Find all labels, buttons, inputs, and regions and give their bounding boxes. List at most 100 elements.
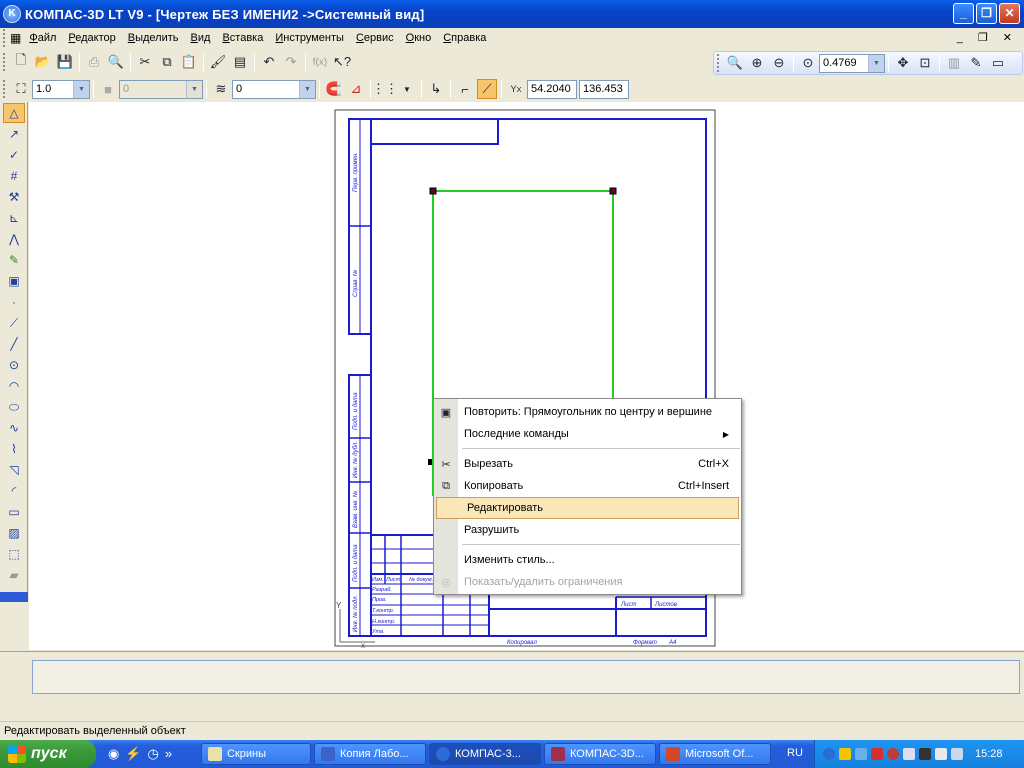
ortho-icon[interactable]: ⌐ — [455, 79, 475, 99]
security-icon[interactable] — [887, 748, 899, 760]
copy-toolbar-icon[interactable]: ⧉ — [157, 52, 177, 72]
line-scale-dropdown-icon[interactable]: ▼ — [73, 80, 89, 98]
zoom-scale-icon[interactable]: ⊙ — [798, 53, 818, 73]
equidistant-tool-icon[interactable]: ▰ — [3, 565, 25, 585]
save-icon[interactable]: 💾 — [55, 52, 75, 72]
browser-icon[interactable]: ◉ — [108, 746, 119, 762]
designations-panel-icon[interactable]: ✓ — [3, 145, 25, 165]
fragment-panel-icon[interactable]: ✎ — [3, 250, 25, 270]
zoom-toolbar-grip[interactable] — [717, 54, 721, 72]
redo-icon[interactable]: ↷ — [281, 52, 301, 72]
coord-y-field[interactable]: 136.453 — [579, 79, 629, 99]
segment-tool-icon[interactable]: ╱ — [3, 334, 25, 354]
monitor-icon[interactable]: ▭ — [988, 53, 1008, 73]
task-ms-office[interactable]: Microsoft Of... — [659, 743, 771, 765]
contour-tool-icon[interactable]: ⬚ — [3, 544, 25, 564]
task-screens[interactable]: Скрины — [201, 743, 311, 765]
clock-app-icon[interactable]: ◷ — [148, 746, 159, 762]
view-icon[interactable]: ■ — [98, 79, 118, 99]
grid-icon[interactable]: ⋮⋮ — [372, 79, 398, 99]
preview-icon[interactable]: 🔍 — [106, 52, 126, 72]
menu-window[interactable]: Окно — [400, 32, 438, 44]
circle-tool-icon[interactable]: ⊙ — [3, 355, 25, 375]
magnet-icon[interactable]: 🧲 — [324, 79, 344, 99]
round-mode-icon[interactable]: ⟋ — [477, 79, 497, 99]
point-tool-icon[interactable]: · — [3, 292, 25, 312]
variables-icon[interactable]: f(x) — [310, 52, 330, 72]
grid-dropdown-icon[interactable]: ▼ — [397, 79, 417, 99]
show-all-icon[interactable]: ⊡ — [915, 53, 935, 73]
ctx-change-style[interactable]: Изменить стиль... — [434, 549, 741, 571]
polyline-tool-icon[interactable]: ⌇ — [3, 439, 25, 459]
coords-icon[interactable]: YX — [506, 79, 526, 99]
restore-button[interactable]: ❐ — [976, 3, 997, 24]
snap-points-icon[interactable]: ⛶ — [11, 79, 31, 99]
ctx-destroy[interactable]: Разрушить — [434, 519, 741, 541]
edit-panel-icon[interactable]: # — [3, 166, 25, 186]
menu-service[interactable]: Сервис — [350, 32, 400, 44]
help-tray-icon[interactable] — [903, 748, 915, 760]
start-button[interactable]: пуск — [0, 740, 96, 768]
refresh-icon[interactable]: ▥ — [944, 53, 964, 73]
measure-panel-icon[interactable]: ⊾ — [3, 208, 25, 228]
ctx-cut[interactable]: ✂ Вырезать Ctrl+X — [434, 453, 741, 475]
ctx-copy[interactable]: ⧉ Копировать Ctrl+Insert — [434, 475, 741, 497]
close-button[interactable]: ✕ — [999, 3, 1020, 24]
menu-tools[interactable]: Инструменты — [269, 32, 350, 44]
rectangle-tool-icon[interactable]: ▭ — [3, 502, 25, 522]
layer-dropdown-icon[interactable]: ▼ — [299, 80, 315, 98]
pan-icon[interactable]: ✥ — [893, 53, 913, 73]
new-document-icon[interactable]: 🗋 — [11, 52, 31, 72]
handle-top-left[interactable] — [429, 187, 437, 195]
zoom-window-icon[interactable]: 🔍 — [725, 53, 745, 73]
zoom-in-icon[interactable]: ⊕ — [747, 53, 767, 73]
help-pointer-icon[interactable]: ↖? — [332, 52, 352, 72]
t-icon[interactable] — [919, 748, 931, 760]
toolbar-grip[interactable] — [3, 53, 7, 71]
handle-top-right[interactable] — [609, 187, 617, 195]
fillet-tool-icon[interactable]: ◜ — [3, 481, 25, 501]
select-panel-icon[interactable]: ⋀ — [3, 229, 25, 249]
spline-tool-icon[interactable]: ∿ — [3, 418, 25, 438]
menu-help[interactable]: Справка — [437, 32, 492, 44]
minimize-button[interactable]: _ — [953, 3, 974, 24]
hatch-tool-icon[interactable]: ▨ — [3, 523, 25, 543]
handle-center-left[interactable] — [428, 459, 432, 465]
network-icon[interactable] — [855, 748, 867, 760]
zoom-dropdown-icon[interactable]: ▼ — [868, 54, 884, 72]
shield-icon[interactable] — [839, 748, 851, 760]
zoom-out-icon[interactable]: ⊖ — [769, 53, 789, 73]
geometry-panel-icon[interactable]: △ — [3, 103, 25, 123]
quick-launch-more-icon[interactable]: » — [165, 746, 172, 762]
ctx-repeat-rectangle[interactable]: ▣ Повторить: Прямоугольник по центру и в… — [434, 401, 741, 423]
undo-icon[interactable]: ↶ — [259, 52, 279, 72]
snap-settings-icon[interactable]: ⊿ — [346, 79, 366, 99]
media-icon[interactable]: ⚡ — [125, 746, 141, 762]
ellipse-tool-icon[interactable]: ⬭ — [3, 397, 25, 417]
language-indicator[interactable]: RU — [787, 747, 803, 759]
document-icon[interactable]: ▦ — [10, 31, 21, 45]
zoom-value-field[interactable]: 0.4769 ▼ — [819, 53, 885, 73]
cut-icon[interactable]: ✂ — [135, 52, 155, 72]
ctx-recent-commands[interactable]: Последние команды ▶ — [434, 423, 741, 445]
dimensions-panel-icon[interactable]: ↗ — [3, 124, 25, 144]
paste-icon[interactable]: 📋 — [179, 52, 199, 72]
mdi-buttons[interactable]: _ ❐ ✕ — [957, 31, 1018, 44]
arc-tool-icon[interactable]: ◠ — [3, 376, 25, 396]
ctx-edit[interactable]: Редактировать — [436, 497, 739, 519]
parametrization-panel-icon[interactable]: ⚒ — [3, 187, 25, 207]
line-scale-field[interactable]: 1.0 ▼ — [32, 79, 90, 99]
menu-editor[interactable]: Редактор — [62, 32, 121, 44]
kompas-app-icon[interactable]: K — [3, 5, 21, 23]
antivirus-icon[interactable] — [871, 748, 883, 760]
tray-arrow-icon[interactable] — [823, 748, 835, 760]
spec-panel-icon[interactable]: ▣ — [3, 271, 25, 291]
task-word-copy[interactable]: Копия Лабо... — [314, 743, 426, 765]
menu-view[interactable]: Вид — [185, 32, 217, 44]
auxiliary-line-icon[interactable]: ⟋ — [3, 313, 25, 333]
local-cs-icon[interactable]: ↳ — [426, 79, 446, 99]
layers-icon[interactable]: ≋ — [211, 79, 231, 99]
chamfer-tool-icon[interactable]: ◹ — [3, 460, 25, 480]
print-icon[interactable]: ⎙ — [84, 52, 104, 72]
manager-icon[interactable]: ▤ — [230, 52, 250, 72]
